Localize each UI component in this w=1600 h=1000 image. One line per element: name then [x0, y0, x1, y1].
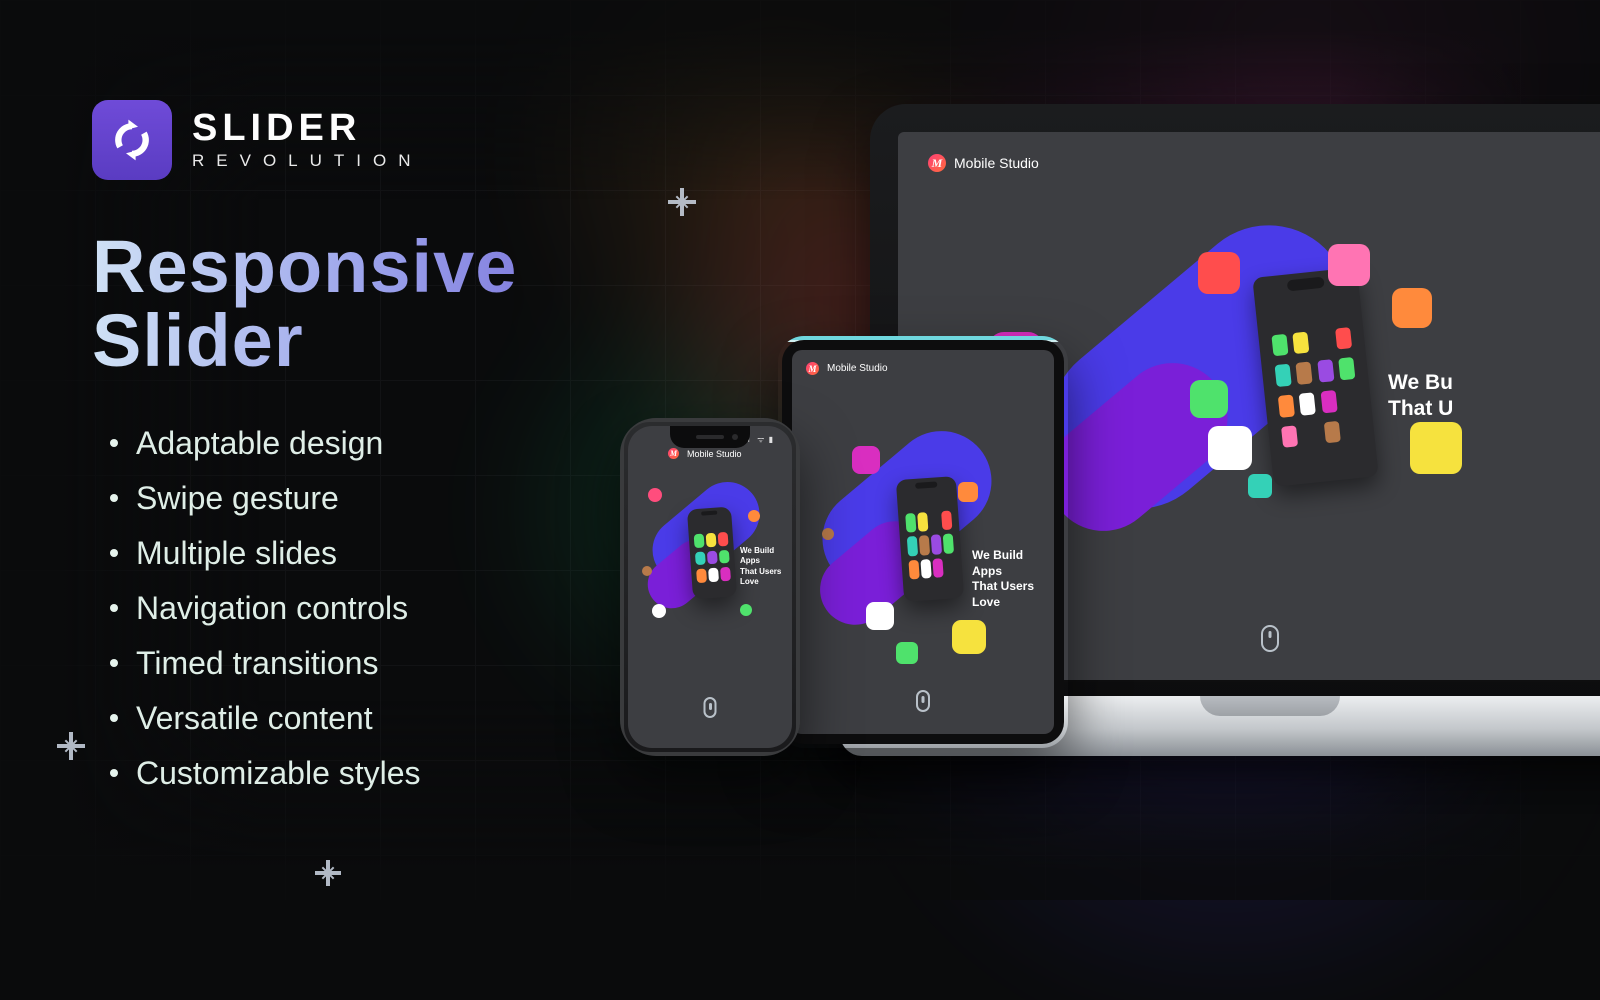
brand-logo: SLIDER REVOLUTION — [92, 100, 662, 180]
tagline: We Build AppsThat Users Love — [740, 546, 792, 588]
feature-item: Customizable styles — [92, 746, 662, 801]
floating-dot — [740, 604, 752, 616]
brand-wordmark: SLIDER REVOLUTION — [192, 109, 423, 171]
floating-tile — [1248, 474, 1272, 498]
floating-tile — [896, 642, 918, 664]
phone-screen: .ııl ᯤ ▮ M Mobile Studio We Build AppsTh… — [628, 426, 792, 748]
tagline: We Build AppsThat Users Love — [972, 548, 1054, 610]
headline: Responsive Slider — [92, 230, 662, 378]
mobile-studio-name: Mobile Studio — [827, 363, 888, 374]
mobile-studio-brand: M Mobile Studio — [668, 448, 742, 459]
left-panel: SLIDER REVOLUTION Responsive Slider Adap… — [92, 100, 662, 801]
feature-item: Multiple slides — [92, 526, 662, 581]
mobile-studio-mark: M — [928, 154, 946, 172]
floating-tile — [1208, 426, 1252, 470]
mobile-studio-name: Mobile Studio — [687, 449, 742, 459]
mobile-studio-mark: M — [668, 448, 679, 459]
brand-name-bottom: REVOLUTION — [192, 151, 423, 171]
mini-phone — [896, 476, 964, 602]
feature-item: Navigation controls — [92, 581, 662, 636]
mobile-studio-brand: M Mobile Studio — [928, 154, 1039, 172]
app-icon-grid — [1271, 327, 1362, 448]
logo-badge — [92, 100, 172, 180]
floating-tile — [852, 446, 880, 474]
floating-dot — [652, 604, 666, 618]
mouse-scroll-icon — [916, 690, 930, 712]
tablet-mockup: M Mobile Studio We Build AppsThat Users … — [778, 336, 1068, 748]
mouse-scroll-icon — [1261, 625, 1279, 652]
floating-tile — [866, 602, 894, 630]
floating-tile — [1190, 380, 1228, 418]
floating-dot — [648, 488, 662, 502]
floating-tile — [952, 620, 986, 654]
phone-notch — [670, 426, 750, 448]
mini-phone — [687, 507, 737, 600]
mobile-studio-brand: M Mobile Studio — [806, 362, 888, 375]
brand-name-top: SLIDER — [192, 109, 423, 147]
tablet-screen: M Mobile Studio We Build AppsThat Users … — [792, 350, 1054, 734]
mobile-studio-name: Mobile Studio — [954, 155, 1039, 171]
feature-item: Versatile content — [92, 691, 662, 746]
sparkle-icon — [55, 730, 87, 762]
floating-tile — [1328, 244, 1370, 286]
mini-phone — [1252, 267, 1378, 487]
feature-item: Adaptable design — [92, 416, 662, 471]
floating-tile — [958, 482, 978, 502]
mobile-studio-mark: M — [806, 362, 819, 375]
sparkle-icon — [315, 860, 341, 886]
refresh-icon — [108, 116, 156, 164]
tagline: We BuThat U — [1388, 370, 1453, 423]
floating-tile — [1392, 288, 1432, 328]
feature-item: Timed transitions — [92, 636, 662, 691]
floating-tile — [1410, 422, 1462, 474]
floating-dot — [642, 566, 652, 576]
floating-dot — [748, 510, 760, 522]
feature-list: Adaptable design Swipe gesture Multiple … — [92, 416, 662, 801]
floating-dot — [822, 528, 834, 540]
feature-item: Swipe gesture — [92, 471, 662, 526]
phone-mockup: .ııl ᯤ ▮ M Mobile Studio We Build AppsTh… — [620, 418, 800, 756]
floating-tile — [1198, 252, 1240, 294]
sparkle-icon — [668, 188, 696, 216]
mouse-scroll-icon — [704, 697, 717, 718]
